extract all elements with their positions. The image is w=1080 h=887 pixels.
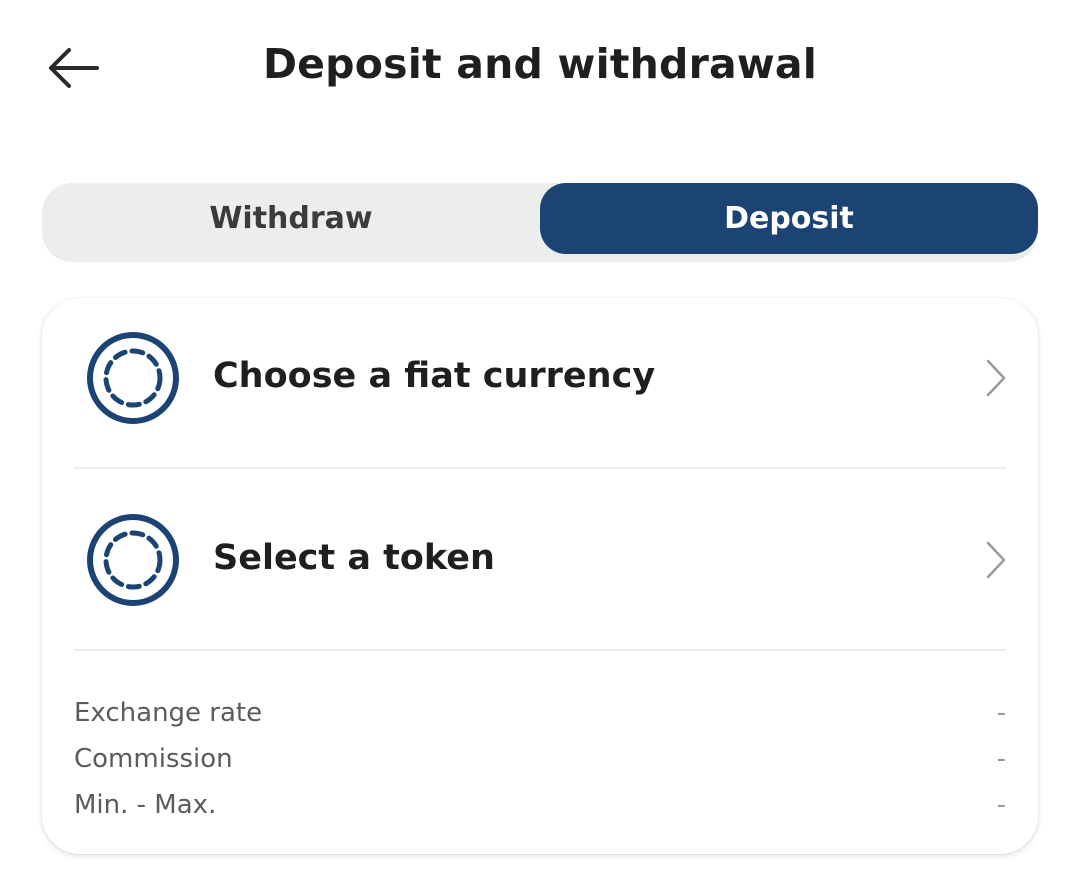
chevron-right-icon bbox=[986, 359, 1006, 397]
commission-value: - bbox=[996, 744, 1006, 774]
commission-label: Commission bbox=[74, 744, 233, 774]
divider bbox=[74, 467, 1006, 469]
tab-withdraw[interactable]: Withdraw bbox=[42, 183, 540, 254]
tab-deposit[interactable]: Deposit bbox=[540, 183, 1038, 254]
commission-row: Commission - bbox=[74, 740, 1006, 786]
exchange-rate-value: - bbox=[996, 698, 1006, 728]
min-max-row: Min. - Max. - bbox=[74, 786, 1006, 832]
min-max-label: Min. - Max. bbox=[74, 790, 217, 820]
deposit-card: Choose a fiat currency Select a token Ex… bbox=[42, 298, 1038, 854]
divider bbox=[74, 649, 1006, 651]
min-max-value: - bbox=[996, 790, 1006, 820]
select-token-row[interactable]: Select a token bbox=[42, 480, 1038, 650]
header: Deposit and withdrawal bbox=[0, 0, 1080, 140]
chevron-right-icon bbox=[986, 541, 1006, 579]
exchange-rate-label: Exchange rate bbox=[74, 698, 263, 728]
select-token-label: Select a token bbox=[213, 538, 495, 578]
coin-placeholder-icon bbox=[87, 332, 179, 424]
page-title: Deposit and withdrawal bbox=[262, 40, 818, 88]
deposit-withdraw-toggle: Withdraw Deposit bbox=[42, 183, 1038, 262]
coin-placeholder-icon bbox=[87, 514, 179, 606]
choose-fiat-currency-row[interactable]: Choose a fiat currency bbox=[42, 298, 1038, 468]
exchange-rate-row: Exchange rate - bbox=[74, 694, 1006, 740]
choose-fiat-currency-label: Choose a fiat currency bbox=[213, 356, 656, 396]
rate-info: Exchange rate - Commission - Min. - Max.… bbox=[74, 694, 1006, 832]
